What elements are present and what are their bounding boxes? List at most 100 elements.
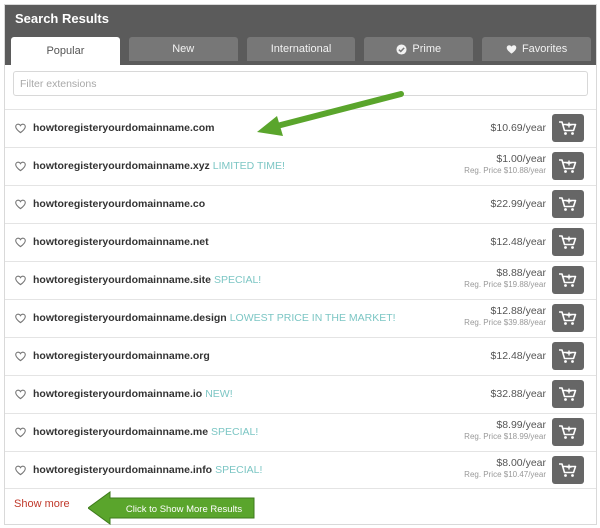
add-to-cart-button[interactable] [552,190,584,218]
tab-label: Popular [46,45,85,57]
cart-icon [559,425,577,439]
pointer-arrow [255,90,407,145]
check-circle-icon [396,43,407,55]
list-item: howtoregisteryourdomainname.org $12.48/ye… [5,337,596,375]
domain-name: howtoregisteryourdomainname.net [33,236,212,248]
tab-international[interactable]: International [246,37,356,61]
tab-label: Prime [412,43,442,55]
regular-price: Reg. Price $10.47/year [464,470,546,479]
regular-price: Reg. Price $39.88/year [464,318,546,327]
tab-popular[interactable]: Popular [11,37,120,65]
price: $8.00/year [496,457,546,469]
price: $32.88/year [490,388,546,400]
tab-new[interactable]: New [128,37,238,61]
tab-label: International [270,43,332,55]
price: $8.88/year [496,267,546,279]
add-to-cart-button[interactable] [552,266,584,294]
tab-label: Favorites [521,43,568,55]
domain-name: howtoregisteryourdomainname.site SPECIAL! [33,274,261,286]
domain-name: howtoregisteryourdomainname.io NEW! [33,388,233,400]
cart-icon [559,197,577,211]
search-results-panel: Search Results Popular New International… [4,4,597,525]
domain-text: howtoregisteryourdomainname.design [33,312,227,324]
add-to-cart-button[interactable] [552,304,584,332]
price-block: $1.00/year Reg. Price $10.88/year [464,153,546,175]
regular-price: Reg. Price $19.88/year [464,280,546,289]
price-block: $8.00/year Reg. Price $10.47/year [464,457,546,479]
callout-text: Click to Show More Results [126,504,242,515]
add-to-cart-button[interactable] [552,380,584,408]
list-item: howtoregisteryourdomainname.info SPECIAL!… [5,451,596,489]
arrow-icon [257,91,404,136]
heart-icon [506,44,517,54]
domain-name: howtoregisteryourdomainname.me SPECIAL! [33,426,258,438]
promo-badge: SPECIAL! [213,274,262,286]
show-more-link[interactable]: Show more [14,498,70,510]
list-item: howtoregisteryourdomainname.design LOWEST… [5,299,596,337]
promo-badge: SPECIAL! [215,464,263,476]
add-to-cart-button[interactable] [552,228,584,256]
promo-badge: LIMITED TIME! [212,160,285,172]
heart-icon[interactable] [15,465,26,476]
heart-icon[interactable] [15,351,26,362]
domain-name: howtoregisteryourdomainname.xyz LIMITED T… [33,160,285,172]
price: $22.99/year [490,198,546,210]
cart-icon [559,273,577,287]
domain-text: howtoregisteryourdomainname.xyz [33,160,210,172]
price: $12.48/year [490,236,546,248]
add-to-cart-button[interactable] [552,152,584,180]
price: $12.88/year [490,305,546,317]
price-block: $12.48/year [491,350,546,362]
cart-icon [559,387,577,401]
domain-name: howtoregisteryourdomainname.design LOWEST… [33,312,396,324]
price: $8.99/year [496,419,546,431]
price-block: $32.88/year [491,388,546,400]
price: $12.48/year [490,350,546,362]
price-block: $10.69/year [491,122,546,134]
cart-icon [559,159,577,173]
domain-text: howtoregisteryourdomainname.me [33,426,209,438]
add-to-cart-button[interactable] [552,114,584,142]
heart-icon[interactable] [15,389,26,400]
list-item: howtoregisteryourdomainname.io NEW! $32.88… [5,375,596,413]
cart-icon [559,121,577,135]
price-block: $12.88/year Reg. Price $39.88/year [464,305,546,327]
promo-badge: NEW! [205,388,233,400]
add-to-cart-button[interactable] [552,456,584,484]
list-item: howtoregisteryourdomainname.co $22.99/yea… [5,185,596,223]
heart-icon[interactable] [15,161,26,172]
domain-name: howtoregisteryourdomainname.com [33,122,217,134]
heart-icon[interactable] [15,237,26,248]
price-block: $12.48/year [491,236,546,248]
page-title: Search Results [15,11,109,26]
price-block: $22.99/year [491,198,546,210]
domain-text: howtoregisteryourdomainname.site [33,274,211,286]
regular-price: Reg. Price $10.88/year [464,166,546,175]
cart-icon [559,463,577,477]
heart-icon[interactable] [15,199,26,210]
price: $10.69/year [490,122,546,134]
add-to-cart-button[interactable] [552,342,584,370]
promo-badge: LOWEST PRICE IN THE MARKET! [229,312,396,324]
price-block: $8.99/year Reg. Price $18.99/year [464,419,546,441]
add-to-cart-button[interactable] [552,418,584,446]
heart-icon[interactable] [15,313,26,324]
regular-price: Reg. Price $18.99/year [464,432,546,441]
tab-prime[interactable]: Prime [364,37,474,61]
domain-text: howtoregisteryourdomainname.com [33,122,215,134]
results-list: howtoregisteryourdomainname.com $10.69/ye… [5,109,596,489]
domain-text: howtoregisteryourdomainname.org [33,350,210,362]
price: $1.00/year [496,153,546,165]
tab-favorites[interactable]: Favorites [482,37,591,61]
heart-icon[interactable] [15,275,26,286]
tab-bar: Popular New International Prime Favorite… [11,37,591,65]
list-item: howtoregisteryourdomainname.me SPECIAL! $8… [5,413,596,451]
promo-badge: SPECIAL! [211,426,259,438]
cart-icon [559,311,577,325]
callout-arrow: Click to Show More Results [87,490,258,528]
list-item: howtoregisteryourdomainname.xyz LIMITED T… [5,147,596,185]
cart-icon [559,235,577,249]
heart-icon[interactable] [15,427,26,438]
heart-icon[interactable] [15,123,26,134]
list-item: howtoregisteryourdomainname.site SPECIAL!… [5,261,596,299]
